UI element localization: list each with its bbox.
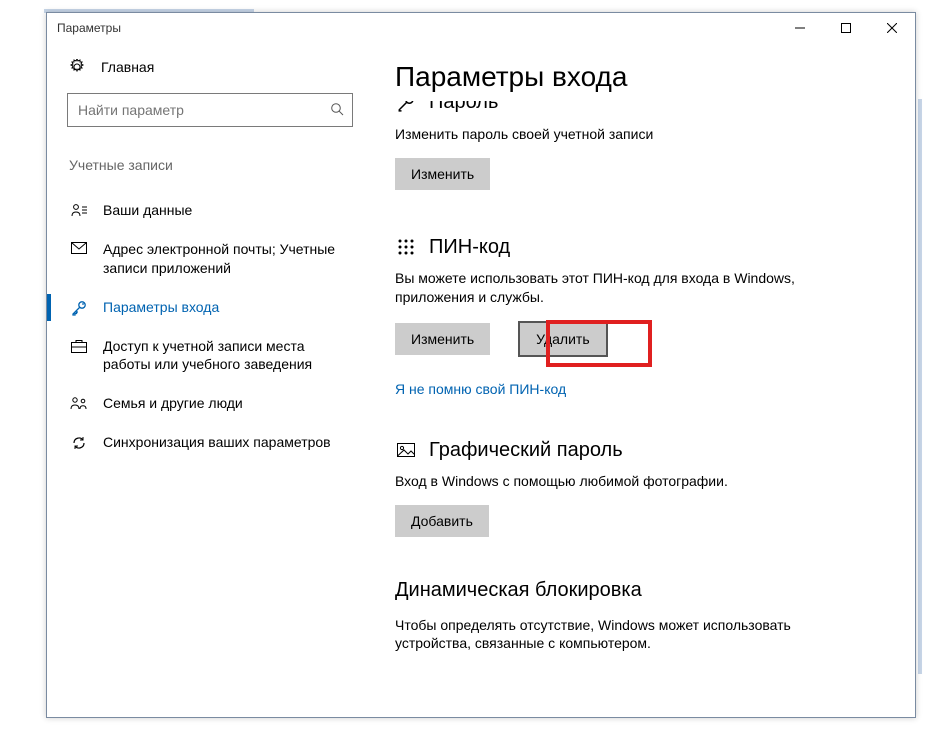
pin-remove-button[interactable]: Удалить [518, 321, 607, 357]
home-link[interactable]: Главная [67, 59, 353, 75]
keypad-icon [395, 238, 417, 256]
password-desc: Изменить пароль своей учетной записи [395, 125, 865, 144]
settings-window: Параметры Главная [46, 12, 916, 718]
search-box[interactable] [67, 93, 353, 127]
sidebar-item-label: Синхронизация ваших параметров [103, 433, 331, 452]
image-icon [395, 443, 417, 457]
section-pin-title: ПИН-код [429, 236, 510, 259]
window-title: Параметры [57, 21, 121, 35]
sync-icon [69, 433, 89, 451]
people-icon [69, 394, 89, 410]
mail-icon [69, 240, 89, 254]
pin-desc: Вы можете использовать этот ПИН-код для … [395, 269, 865, 307]
dynlock-desc: Чтобы определять отсутствие, Windows мож… [395, 616, 865, 654]
category-label: Учетные записи [69, 157, 353, 173]
person-icon [69, 201, 89, 217]
sidebar-item-label: Семья и другие люди [103, 394, 243, 413]
picture-desc: Вход в Windows с помощью любимой фотогра… [395, 472, 865, 491]
sidebar-item-sync[interactable]: Синхронизация ваших параметров [67, 423, 353, 462]
sidebar-item-label: Доступ к учетной записи места работы или… [103, 337, 343, 375]
sidebar-item-your-info[interactable]: Ваши данные [67, 191, 353, 230]
sidebar-item-email[interactable]: Адрес электронной почты; Учетные записи … [67, 230, 353, 288]
forgot-pin-link[interactable]: Я не помню свой ПИН-код [395, 381, 566, 397]
sidebar-item-label: Параметры входа [103, 298, 219, 317]
search-input[interactable] [76, 101, 330, 119]
home-label: Главная [101, 59, 154, 75]
gear-icon [67, 59, 87, 75]
key-icon [395, 101, 417, 112]
briefcase-icon [69, 337, 89, 353]
close-button[interactable] [869, 13, 915, 43]
sidebar: Главная Учетные записи Ваши данные [47, 43, 373, 717]
section-password-title: Пароль [429, 101, 498, 114]
page-title: Параметры входа [395, 61, 893, 93]
key-icon [69, 298, 89, 316]
sidebar-item-signin-options[interactable]: Параметры входа [67, 288, 353, 327]
sidebar-item-label: Адрес электронной почты; Учетные записи … [103, 240, 343, 278]
sidebar-item-label: Ваши данные [103, 201, 192, 220]
section-dynlock-title: Динамическая блокировка [395, 579, 893, 602]
picture-add-button[interactable]: Добавить [395, 505, 489, 537]
sidebar-item-family[interactable]: Семья и другие люди [67, 384, 353, 423]
pin-change-button[interactable]: Изменить [395, 323, 490, 355]
titlebar: Параметры [47, 13, 915, 43]
main-panel: Параметры входа Пароль Изменить пароль с… [373, 43, 915, 717]
minimize-button[interactable] [777, 13, 823, 43]
password-change-button[interactable]: Изменить [395, 158, 490, 190]
search-icon [330, 102, 344, 119]
maximize-button[interactable] [823, 13, 869, 43]
section-picture-title: Графический пароль [429, 439, 623, 462]
sidebar-item-work-access[interactable]: Доступ к учетной записи места работы или… [67, 327, 353, 385]
